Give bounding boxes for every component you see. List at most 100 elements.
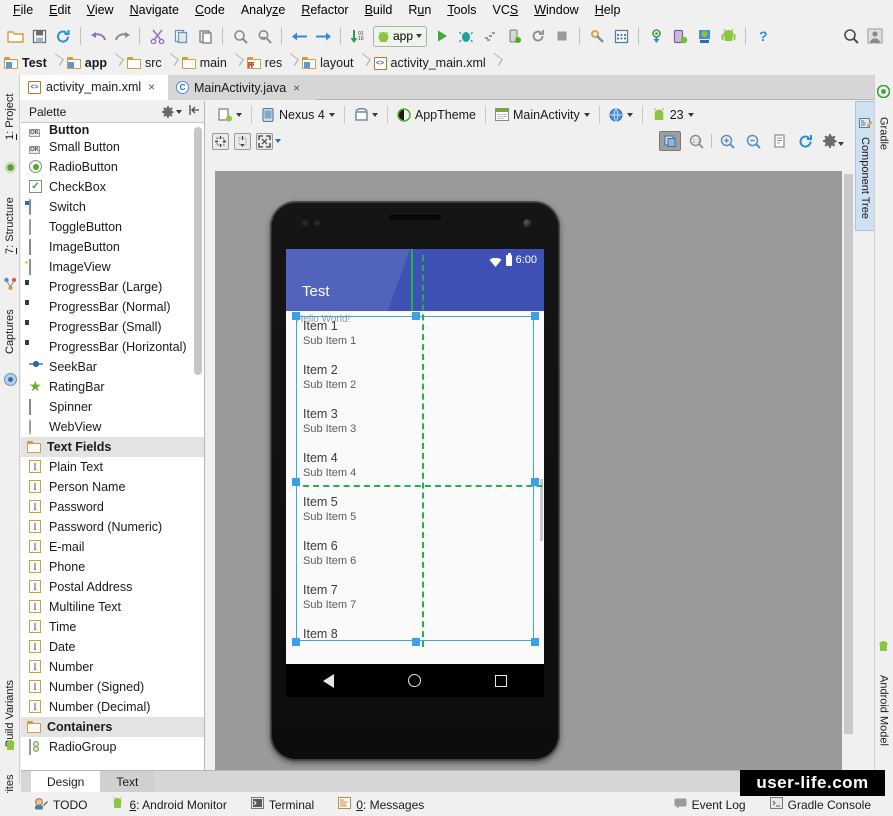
palette-item-time[interactable]: I Time xyxy=(21,617,204,637)
palette-item-person-name[interactable]: I Person Name xyxy=(21,477,204,497)
palette-item-phone[interactable]: I Phone xyxy=(21,557,204,577)
sidebar-item-android-model[interactable]: Android Model xyxy=(874,660,893,760)
update-project-icon[interactable]: 01 10 xyxy=(347,24,369,48)
design-canvas[interactable]: 6:00 Test Hello World! Item 1 Sub Item 1 xyxy=(206,154,854,770)
tab-text[interactable]: Text xyxy=(100,771,155,792)
palette-item-button[interactable]: OK Button xyxy=(21,123,204,137)
list-item[interactable]: Item 5 Sub Item 5 xyxy=(286,491,544,535)
zoom-out-icon[interactable] xyxy=(742,131,764,151)
avd-manager-icon[interactable] xyxy=(610,24,632,48)
device-monitor-icon[interactable] xyxy=(669,24,691,48)
locale-selector[interactable] xyxy=(603,104,639,126)
menu-item-help[interactable]: Help xyxy=(587,0,629,21)
menu-item-view[interactable]: View xyxy=(79,0,122,21)
palette-item-password-numeric[interactable]: I Password (Numeric) xyxy=(21,517,204,537)
refresh-icon[interactable] xyxy=(794,131,816,151)
chevron-down-icon[interactable] xyxy=(416,34,423,38)
palette-item-progressbar-small[interactable]: ProgressBar (Small) xyxy=(21,317,204,337)
activity-selector[interactable]: MainActivity xyxy=(489,104,596,126)
chevron-down-icon[interactable] xyxy=(328,112,335,117)
menu-item-code[interactable]: Code xyxy=(187,0,233,21)
search-everywhere-icon[interactable] xyxy=(840,24,862,48)
redo-icon[interactable] xyxy=(111,24,133,48)
clear-constraints-icon[interactable] xyxy=(234,132,251,150)
back-icon[interactable] xyxy=(288,24,310,48)
device-screen[interactable]: 6:00 Test Hello World! Item 1 Sub Item 1 xyxy=(286,249,544,664)
avd-icon[interactable] xyxy=(693,24,715,48)
canvas-scrollbar[interactable] xyxy=(844,174,853,734)
sidebar-item-project[interactable]: 1: Project xyxy=(0,81,20,153)
breadcrumb-item-test[interactable]: Test xyxy=(4,51,47,75)
run-icon[interactable] xyxy=(431,24,453,48)
breadcrumb-item-src[interactable]: src xyxy=(127,51,162,75)
list-item[interactable]: Item 8 xyxy=(286,623,544,664)
add-constraint-icon[interactable] xyxy=(212,132,229,150)
chevron-down-icon[interactable] xyxy=(371,112,378,117)
menu-item-build[interactable]: Build xyxy=(357,0,401,21)
list-item[interactable]: Item 3 Sub Item 3 xyxy=(286,403,544,447)
breadcrumb-item-res[interactable]: res xyxy=(246,51,282,75)
palette-item-progressbar-normal[interactable]: ProgressBar (Normal) xyxy=(21,297,204,317)
palette-item-number-signed[interactable]: I Number (Signed) xyxy=(21,677,204,697)
list-item[interactable]: Item 4 Sub Item 4 xyxy=(286,447,544,491)
stop-icon[interactable] xyxy=(551,24,573,48)
palette-item-ratingbar[interactable]: ★ RatingBar xyxy=(21,377,204,397)
palette-item-imagebutton[interactable]: ImageButton xyxy=(21,237,204,257)
palette-item-small-button[interactable]: OK Small Button xyxy=(21,137,204,157)
palette-group-containers[interactable]: Containers xyxy=(21,717,204,737)
menu-item-analyze[interactable]: Analyze xyxy=(233,0,293,21)
menu-item-tools[interactable]: Tools xyxy=(439,0,484,21)
coverage-icon[interactable] xyxy=(479,24,501,48)
palette-item-radiobutton[interactable]: RadioButton xyxy=(21,157,204,177)
status-item-todo[interactable]: TODO xyxy=(22,797,99,813)
run-configuration-selector[interactable]: app xyxy=(373,25,428,47)
menu-item-refactor[interactable]: Refactor xyxy=(293,0,356,21)
sidebar-item-gradle[interactable]: Gradle xyxy=(874,108,893,160)
chevron-down-icon[interactable] xyxy=(236,112,242,117)
list-item[interactable]: Item 6 Sub Item 6 xyxy=(286,535,544,579)
palette-item-togglebutton[interactable]: ToggleButton xyxy=(21,217,204,237)
palette-item-plain-text[interactable]: I Plain Text xyxy=(21,457,204,477)
paste-icon[interactable] xyxy=(194,24,216,48)
palette-item-seekbar[interactable]: SeekBar xyxy=(21,357,204,377)
android-icon[interactable] xyxy=(717,24,739,48)
tab-design[interactable]: Design xyxy=(31,771,101,792)
breadcrumb-item-layout[interactable]: layout xyxy=(302,51,354,75)
palette-item-date[interactable]: I Date xyxy=(21,637,204,657)
chevron-down-icon[interactable] xyxy=(837,142,844,146)
nav-back-icon[interactable] xyxy=(323,673,334,688)
palette-group-text-fields[interactable]: Text Fields xyxy=(21,437,204,457)
debug-icon[interactable] xyxy=(455,24,477,48)
menu-item-file[interactable]: File xyxy=(5,0,41,21)
chevron-down-icon[interactable] xyxy=(275,139,281,143)
palette-item-multiline-text[interactable]: I Multiline Text xyxy=(21,597,204,617)
device-config-selector[interactable] xyxy=(212,104,248,126)
undo-icon[interactable] xyxy=(87,24,109,48)
chevron-down-icon[interactable] xyxy=(176,109,182,114)
breadcrumb-item-app[interactable]: app xyxy=(66,51,107,75)
palette-item-radiogroup[interactable]: RadioGroup xyxy=(21,737,204,757)
canvas-surface[interactable]: 6:00 Test Hello World! Item 1 Sub Item 1 xyxy=(215,171,842,770)
menu-item-edit[interactable]: Edit xyxy=(41,0,79,21)
user-icon[interactable] xyxy=(864,24,886,48)
editor-tab-mainactivity-java[interactable]: C MainActivity.java × xyxy=(168,75,316,100)
close-icon[interactable]: × xyxy=(293,81,300,95)
close-icon[interactable]: × xyxy=(148,80,155,94)
palette-item-checkbox[interactable]: ✓ CheckBox xyxy=(21,177,204,197)
open-folder-icon[interactable] xyxy=(4,24,26,48)
sdk-manager-icon[interactable] xyxy=(586,24,608,48)
attach-debugger-icon[interactable] xyxy=(503,24,525,48)
list-item[interactable]: Item 7 Sub Item 7 xyxy=(286,579,544,623)
list-item[interactable]: Item 2 Sub Item 2 xyxy=(286,359,544,403)
status-item-event-log[interactable]: Event Log xyxy=(662,798,758,812)
palette-item-spinner[interactable]: Spinner xyxy=(21,397,204,417)
chevron-down-icon[interactable] xyxy=(583,112,590,117)
palette-item-password[interactable]: I Password xyxy=(21,497,204,517)
sidebar-item-captures[interactable]: Captures xyxy=(0,299,20,365)
breadcrumb-item-activity-main-xml[interactable]: <> activity_main.xml xyxy=(373,51,486,75)
palette-item-email[interactable]: I E-mail xyxy=(21,537,204,557)
nav-home-icon[interactable] xyxy=(408,674,421,687)
expand-icon[interactable] xyxy=(256,132,273,150)
layout-content[interactable]: Hello World! Item 1 Sub Item 1 Item 2 Su… xyxy=(286,249,544,664)
editor-tab-activity-main-xml[interactable]: <> activity_main.xml × xyxy=(20,75,168,100)
